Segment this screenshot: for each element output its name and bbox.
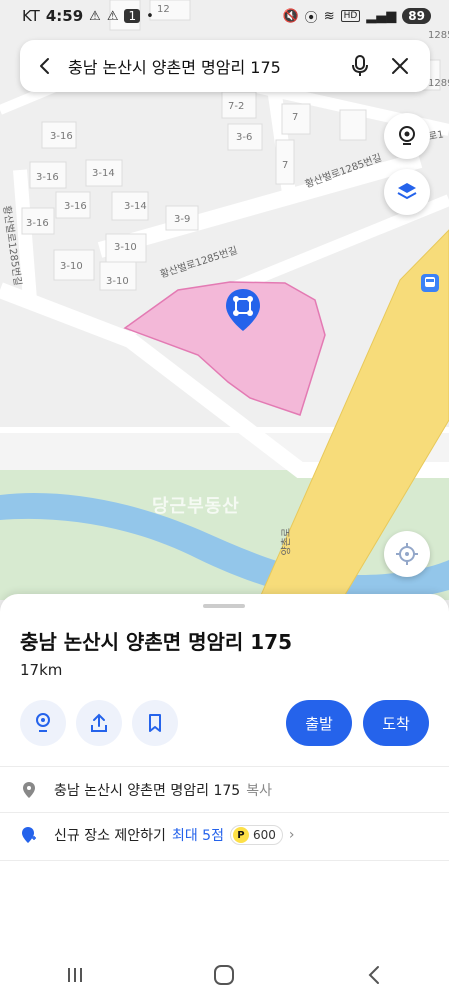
microphone-icon[interactable] — [340, 46, 380, 86]
current-location-button[interactable] — [384, 531, 430, 577]
point-badge: P 600 — [229, 825, 283, 845]
place-detail-sheet: 충남 논산시 양촌면 명암리 175 17km 출발 도착 충남 논산시 양촌면… — [0, 594, 449, 1000]
point-icon: P — [232, 827, 249, 843]
copy-link[interactable]: 복사 — [246, 780, 272, 800]
back-button[interactable] — [344, 955, 404, 995]
system-nav-bar — [0, 950, 449, 1000]
recent-apps-icon — [67, 968, 82, 982]
building-label: 3-14 — [92, 168, 115, 179]
bus-stop-icon[interactable] — [421, 274, 439, 292]
warning-icon: ⚠ — [89, 8, 101, 24]
warning-icon: ⚠ — [106, 8, 119, 24]
dot-icon: • — [146, 8, 154, 24]
wifi-icon: ≋ — [323, 8, 335, 24]
signal-icon: ▂▄▆ — [366, 8, 397, 24]
street-view-icon — [36, 713, 50, 732]
building-label: 7 — [292, 112, 299, 123]
clock: 4:59 — [45, 7, 84, 25]
building-label: 3-10 — [106, 276, 129, 287]
watermark: 당근부동산 — [152, 496, 240, 517]
home-button[interactable] — [194, 955, 254, 995]
street-view-icon — [399, 126, 415, 145]
building-label: 3-10 — [114, 242, 137, 253]
building-label: 7 — [282, 160, 289, 171]
building-label: 7-2 — [228, 101, 245, 112]
search-query[interactable]: 충남 논산시 양촌면 명암리 175 — [60, 54, 340, 78]
battery-indicator: 89 — [402, 8, 431, 24]
building-label: 3-14 — [124, 201, 147, 212]
building-label: 3-16 — [36, 172, 59, 183]
reward-label: 최대 5점 — [171, 828, 224, 844]
layers-icon — [397, 183, 417, 200]
building-label: 3-16 — [50, 131, 73, 142]
location-pin-icon[interactable] — [224, 287, 262, 333]
status-bar: KT 4:59 ⚠ ⚠ 1 • 🔇 ⦿ ≋ HD ▂▄▆ 89 — [0, 0, 449, 32]
bookmark-button[interactable] — [132, 700, 178, 746]
distance-text: 17km — [20, 661, 63, 679]
chevron-right-icon: › — [288, 827, 295, 843]
mute-icon: 🔇 — [282, 8, 299, 24]
building-label: 3-16 — [64, 201, 87, 212]
carrier-label: KT — [22, 7, 40, 25]
suggest-label: 신규 장소 제안하기 — [54, 828, 166, 844]
share-icon — [91, 713, 107, 732]
building-label: 3-6 — [236, 132, 253, 143]
location-icon: ⦿ — [304, 10, 318, 26]
building-label: 1289 — [428, 78, 449, 89]
street-view-button[interactable] — [384, 113, 430, 159]
building-label: 3-16 — [26, 218, 49, 229]
layers-button[interactable] — [384, 169, 430, 215]
arrive-button[interactable]: 도착 — [363, 700, 429, 746]
suggest-place-row[interactable]: 신규 장소 제안하기 최대 5점 P 600 › — [20, 825, 294, 845]
building-label: 3-10 — [60, 261, 83, 272]
recent-apps-button[interactable] — [45, 955, 105, 995]
back-arrow-icon[interactable] — [30, 51, 60, 81]
share-button[interactable] — [76, 700, 122, 746]
add-place-icon — [20, 826, 38, 844]
place-title: 충남 논산시 양촌면 명암리 175 — [20, 630, 292, 654]
address-row: 충남 논산시 양촌면 명암리 175 복사 — [20, 780, 272, 800]
map-marker-icon — [20, 781, 38, 799]
divider — [0, 860, 449, 861]
crosshair-icon — [396, 543, 418, 565]
divider — [0, 766, 449, 767]
close-icon[interactable] — [380, 46, 420, 86]
bookmark-icon — [149, 714, 161, 732]
hd-icon: HD — [340, 10, 361, 22]
notification-count-badge: 1 — [124, 9, 141, 23]
map-view[interactable]: 3-16 3-16 3-14 3-16 3-16 3-14 3-9 3-10 3… — [0, 0, 449, 620]
building-label: 3-9 — [174, 214, 191, 225]
address-text: 충남 논산시 양촌면 명암리 175 — [54, 783, 241, 799]
depart-button[interactable]: 출발 — [286, 700, 352, 746]
street-view-action-button[interactable] — [20, 700, 66, 746]
home-icon — [214, 965, 235, 985]
drag-handle[interactable] — [203, 604, 245, 608]
search-bar[interactable]: 충남 논산시 양촌면 명암리 175 — [20, 40, 430, 92]
road-label: 양촌로 — [281, 527, 293, 556]
point-value: 600 — [252, 828, 276, 842]
back-icon — [368, 966, 380, 984]
divider — [0, 812, 449, 813]
